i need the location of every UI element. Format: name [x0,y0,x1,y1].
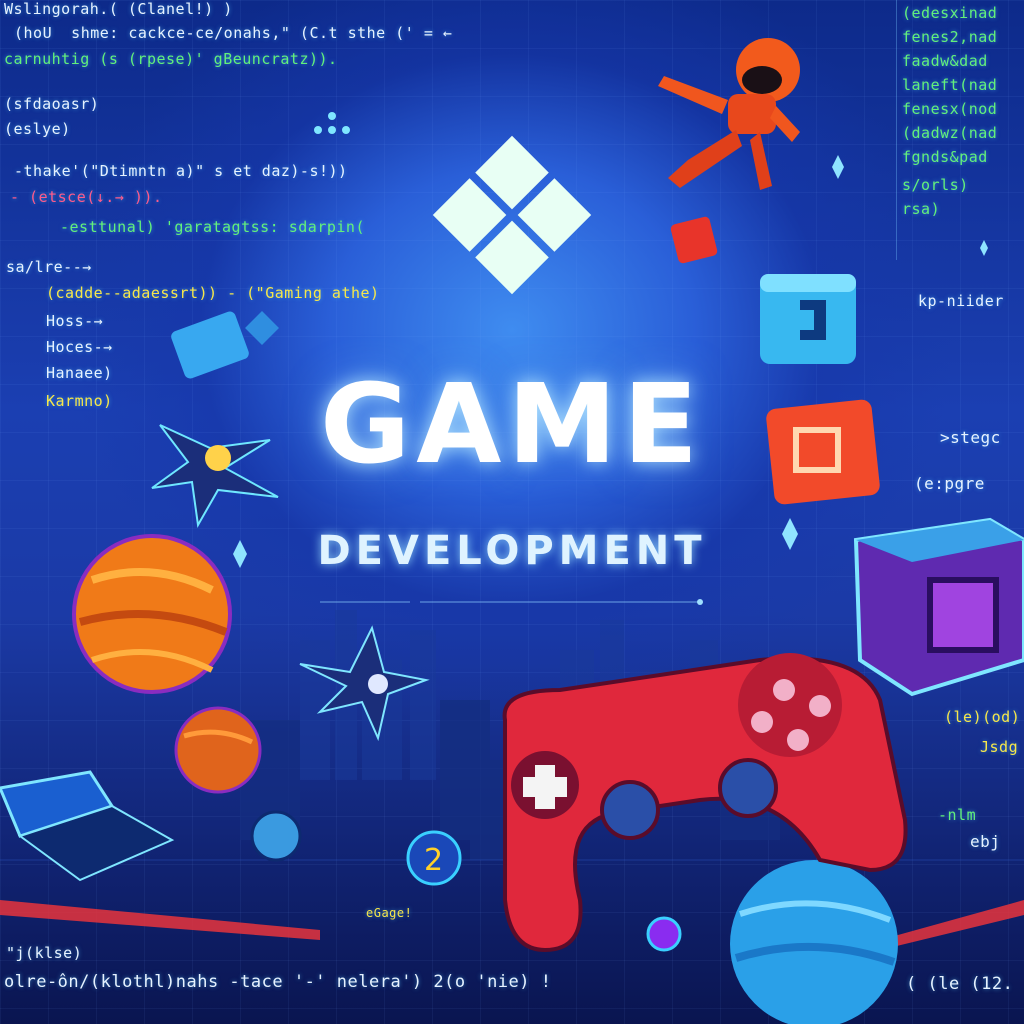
planet-small-icon [174,706,262,794]
title-development: DEVELOPMENT [317,528,707,574]
diamond-logo-icon [432,135,592,295]
planet-tiny-icon [250,810,302,862]
star-ship-icon-2 [299,625,430,742]
svg-text:2: 2 [424,843,443,878]
planet-blue-icon [730,860,898,1024]
orb-icon [646,916,682,952]
poster: Wslingorah.( (Clanel!) ) (hoU shme: cack… [0,0,1024,1024]
title-game: GAME [319,360,705,488]
illustrations: 2 [0,38,1024,1024]
blue-cube-icon [760,274,856,364]
laptop-icon [0,770,175,882]
robot-icon [658,38,800,190]
logo-dots-icon [314,112,350,134]
small-cube-icon [670,216,718,264]
coin-icon: 2 [406,830,462,886]
